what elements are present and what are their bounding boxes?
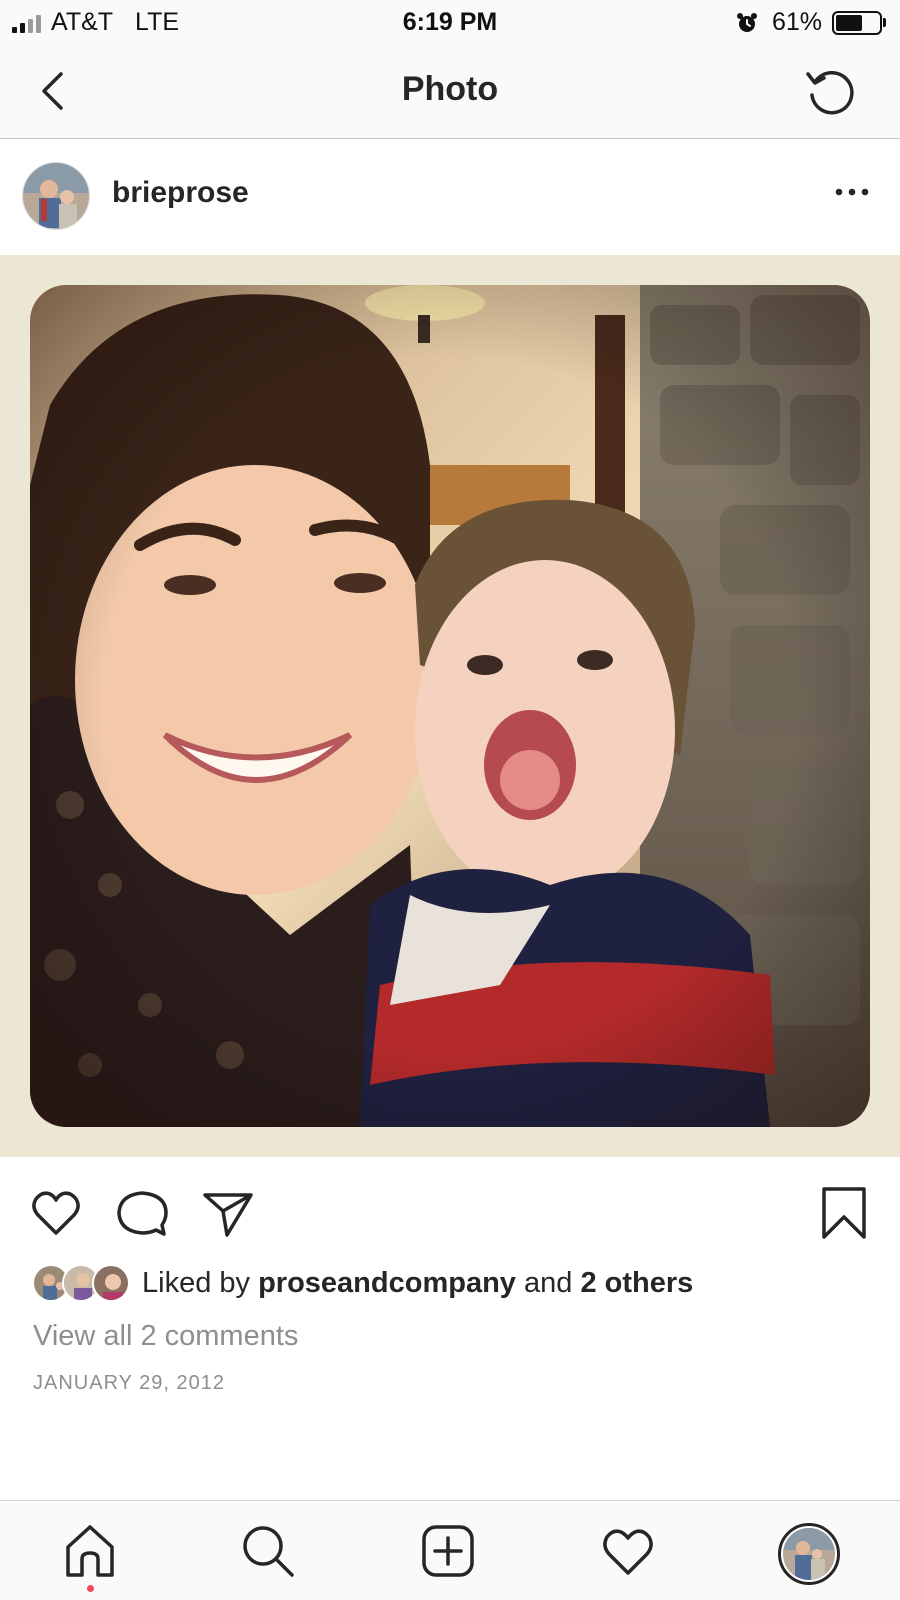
view-comments-link[interactable]: View all 2 comments [33,1320,298,1353]
battery-percentage: 61% [771,8,822,36]
navigation-bar: Photo [0,44,900,139]
ellipsis-icon[interactable] [834,184,870,200]
status-right: 61% [736,8,886,37]
likes-others[interactable]: 2 others [580,1267,693,1299]
search-icon[interactable] [238,1521,298,1581]
likes-conjunction: and [523,1266,573,1299]
status-bar: AT&T LTE 6:19 PM 61% [0,0,900,44]
comment-icon[interactable] [114,1185,170,1241]
notification-dot [87,1585,94,1592]
post-photo[interactable] [30,285,870,1127]
post-header: brieprose [0,140,900,255]
battery-icon [832,10,886,35]
author-avatar[interactable] [22,162,90,230]
heart-icon[interactable] [28,1185,84,1241]
likes-prefix: Liked by [142,1266,251,1299]
likes-summary[interactable]: Liked by proseandcompany and 2 others [32,1262,693,1304]
post-actions [0,1157,900,1257]
author-username[interactable]: brieprose [112,176,249,210]
profile-avatar[interactable] [778,1523,840,1585]
liker-username[interactable]: proseandcompany [258,1267,516,1299]
battery-fill [836,14,862,31]
activity-icon[interactable] [598,1521,658,1581]
refresh-icon[interactable] [802,62,860,120]
liker-avatar [92,1264,130,1302]
bookmark-icon[interactable] [816,1185,872,1241]
post-date: JANUARY 29, 2012 [33,1372,226,1394]
photo-image [30,285,870,1127]
home-icon[interactable] [60,1521,120,1581]
photo-frame [0,255,900,1157]
page-title: Photo [401,70,499,108]
liker-avatars [32,1263,132,1303]
add-post-icon[interactable] [418,1521,478,1581]
share-icon[interactable] [200,1185,256,1241]
tab-bar [0,1500,900,1600]
likes-text: Liked by proseandcompany and 2 others [142,1267,693,1300]
alarm-icon [736,12,757,32]
